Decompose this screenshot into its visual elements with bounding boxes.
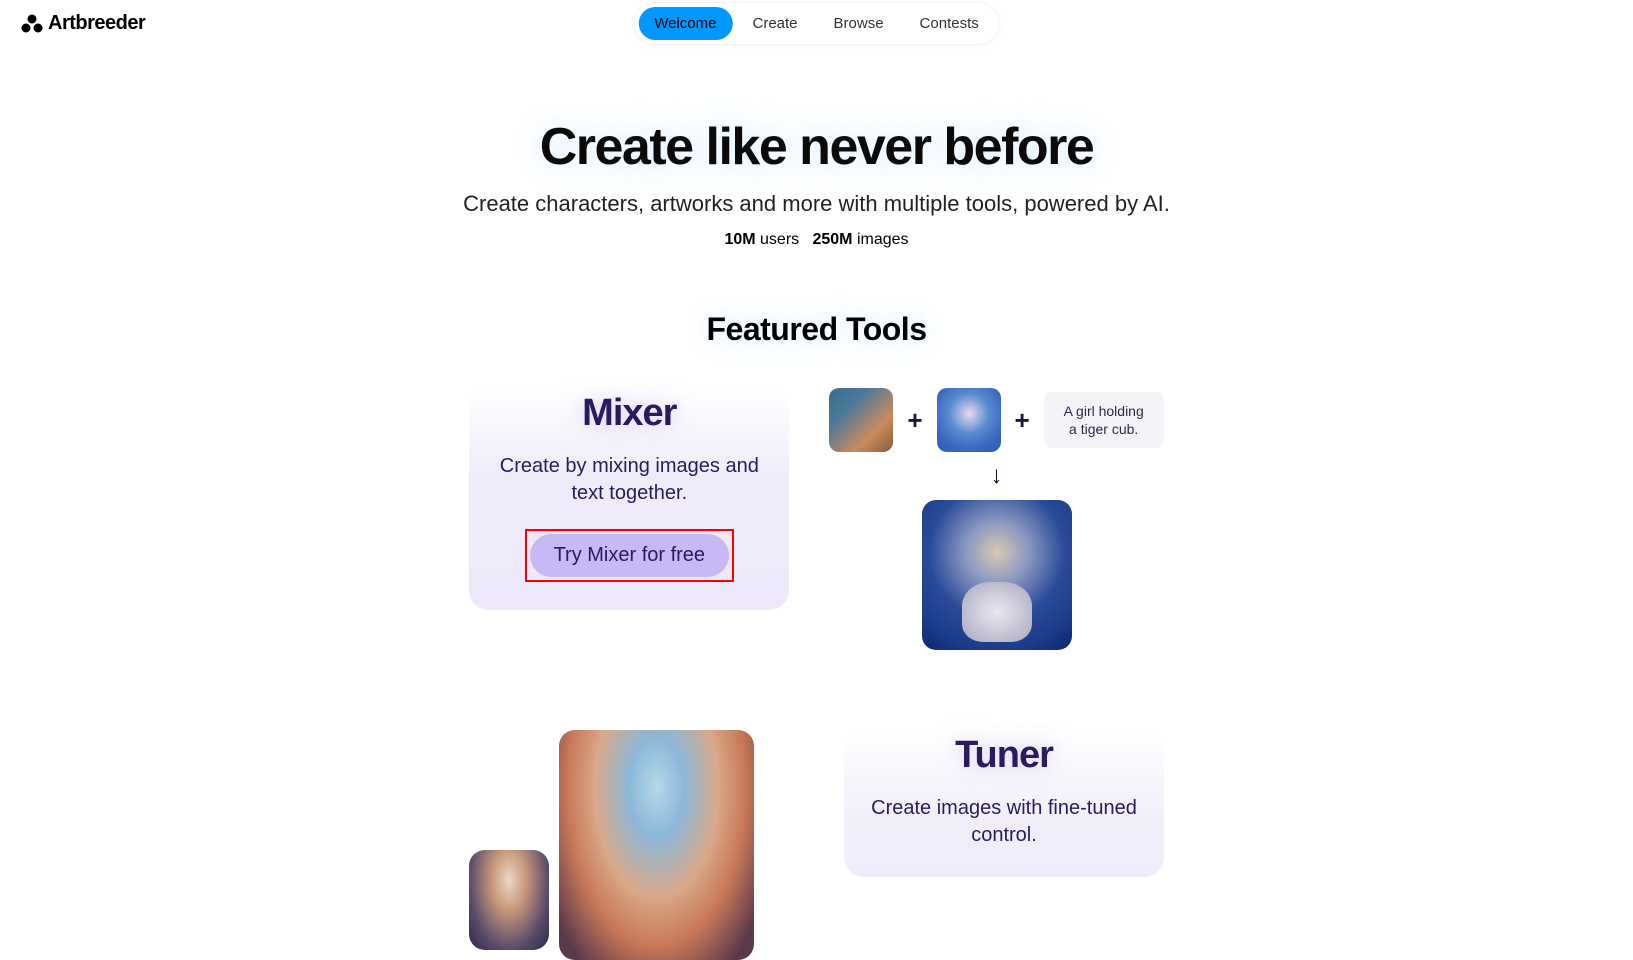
hero-title: Create like never before bbox=[0, 117, 1633, 177]
tuner-section: Tuner Create images with fine-tuned cont… bbox=[217, 730, 1417, 960]
tuner-portrait-small bbox=[469, 850, 549, 950]
hero-stats: 10M users 250M images bbox=[0, 231, 1633, 249]
tuner-visual bbox=[469, 730, 754, 960]
plus-icon: + bbox=[1015, 405, 1030, 436]
mixer-title: Mixer bbox=[469, 388, 789, 435]
tuner-title: Tuner bbox=[844, 730, 1164, 777]
mixer-cta-highlight: Try Mixer for free bbox=[525, 529, 735, 582]
brand-name: Artbreeder bbox=[48, 12, 145, 35]
mixer-section: Mixer Create by mixing images and text t… bbox=[217, 388, 1417, 650]
mixer-description: Create by mixing images and text togethe… bbox=[469, 453, 789, 507]
try-mixer-button[interactable]: Try Mixer for free bbox=[530, 534, 730, 577]
hero-subtitle: Create characters, artworks and more wit… bbox=[0, 191, 1633, 217]
main-nav: Welcome Create Browse Contests bbox=[634, 3, 999, 44]
images-count: 250M bbox=[812, 231, 852, 248]
mixer-prompt-text: A girl holding a tiger cub. bbox=[1044, 392, 1164, 448]
mixer-result-image bbox=[922, 500, 1072, 650]
nav-browse[interactable]: Browse bbox=[818, 7, 900, 40]
nav-create[interactable]: Create bbox=[736, 7, 813, 40]
hero-section: Create like never before Create characte… bbox=[0, 117, 1633, 249]
users-count: 10M bbox=[724, 231, 755, 248]
mixer-input-image-2 bbox=[937, 388, 1001, 452]
plus-icon: + bbox=[907, 405, 922, 436]
featured-tools-title: Featured Tools bbox=[0, 311, 1633, 348]
mixer-visual: + + A girl holding a tiger cub. ↓ bbox=[829, 388, 1163, 650]
nav-welcome[interactable]: Welcome bbox=[638, 7, 732, 40]
mixer-input-image-1 bbox=[829, 388, 893, 452]
tuner-description: Create images with fine-tuned control. bbox=[844, 795, 1164, 849]
header: Artbreeder Welcome Create Browse Contest… bbox=[0, 0, 1633, 47]
images-label: images bbox=[857, 231, 909, 248]
users-label: users bbox=[760, 231, 799, 248]
tuner-portrait-large bbox=[559, 730, 754, 960]
mixer-card: Mixer Create by mixing images and text t… bbox=[469, 388, 789, 610]
nav-contests[interactable]: Contests bbox=[904, 7, 995, 40]
arrow-down-icon: ↓ bbox=[991, 462, 1003, 490]
brand-logo[interactable]: Artbreeder bbox=[20, 12, 145, 35]
logo-icon bbox=[20, 14, 44, 34]
mixer-input-row: + + A girl holding a tiger cub. bbox=[829, 388, 1163, 452]
tuner-card: Tuner Create images with fine-tuned cont… bbox=[844, 730, 1164, 877]
